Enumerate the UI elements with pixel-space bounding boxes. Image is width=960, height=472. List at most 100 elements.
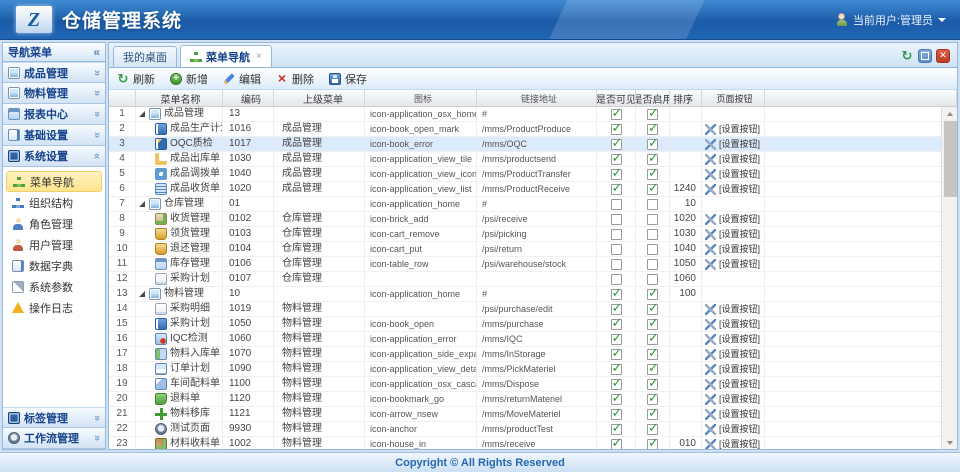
setting-buttons-link[interactable]: [设置按钮] — [702, 227, 765, 241]
setting-buttons-link[interactable]: [设置按钮] — [702, 242, 765, 256]
sidebar-accordion-成品管理[interactable]: 成品管理» — [3, 62, 105, 83]
tree-expand-icon[interactable] — [139, 291, 145, 297]
checkbox-unchecked-icon[interactable] — [647, 229, 658, 240]
checkbox-checked-icon[interactable] — [647, 409, 658, 420]
sidebar-accordion-报表中心[interactable]: 报表中心» — [3, 104, 105, 125]
checkbox-unchecked-icon[interactable] — [611, 274, 622, 285]
保存-button[interactable]: 保存 — [329, 71, 367, 87]
column-header-页面按钮[interactable]: 页面按钮 — [702, 90, 765, 106]
table-row[interactable]: 6成品收货单1020成品管理icon-application_view_list… — [109, 182, 957, 197]
setting-buttons-link[interactable]: [设置按钮] — [702, 437, 765, 449]
tree-expand-icon[interactable] — [139, 201, 145, 207]
sidebar-accordion-标签管理[interactable]: 标签管理» — [3, 407, 105, 428]
checkbox-unchecked-icon[interactable] — [611, 229, 622, 240]
checkbox-checked-icon[interactable] — [611, 169, 622, 180]
table-row[interactable]: 15采购计划1050物料管理icon-book_open/mms/purchas… — [109, 317, 957, 332]
scrollbar-thumb[interactable] — [944, 121, 957, 197]
checkbox-checked-icon[interactable] — [647, 394, 658, 405]
sidebar-item-菜单导航[interactable]: 菜单导航 — [6, 171, 102, 192]
tab-close-icon[interactable]: × — [256, 51, 262, 62]
setting-buttons-link[interactable]: [设置按钮] — [702, 332, 765, 346]
checkbox-checked-icon[interactable] — [611, 109, 622, 120]
table-row[interactable]: 10退还管理0104仓库管理icon-cart_put/psi/return10… — [109, 242, 957, 257]
table-row[interactable]: 23材料收料单1002物料管理icon-house_in/mms/receive… — [109, 437, 957, 449]
tab-我的桌面[interactable]: 我的桌面 — [113, 46, 177, 67]
setting-buttons-link[interactable]: [设置按钮] — [702, 212, 765, 226]
setting-buttons-link[interactable]: [设置按钮] — [702, 152, 765, 166]
table-row[interactable]: 14采购明细1019物料管理/psi/purchase/edit[设置按钮] — [109, 302, 957, 317]
checkbox-checked-icon[interactable] — [611, 379, 622, 390]
checkbox-checked-icon[interactable] — [611, 439, 622, 450]
setting-buttons-link[interactable]: [设置按钮] — [702, 407, 765, 421]
删除-button[interactable]: ×删除 — [276, 71, 314, 87]
table-row[interactable]: 5成品调拨单1040成品管理icon-application_view_icon… — [109, 167, 957, 182]
checkbox-unchecked-icon[interactable] — [611, 199, 622, 210]
setting-buttons-link[interactable]: [设置按钮] — [702, 347, 765, 361]
checkbox-unchecked-icon[interactable] — [611, 214, 622, 225]
table-row[interactable]: 2成品生产计划1016成品管理icon-book_open_mark/mms/P… — [109, 122, 957, 137]
column-header-row-number[interactable] — [109, 90, 136, 106]
table-row[interactable]: 8收货管理0102仓库管理icon-brick_add/psi/receive1… — [109, 212, 957, 227]
maximize-icon[interactable] — [918, 49, 932, 63]
setting-buttons-link[interactable]: [设置按钮] — [702, 377, 765, 391]
table-row[interactable]: 22测试页面9930物料管理icon-anchor/mms/productTes… — [109, 422, 957, 437]
sidebar-item-角色管理[interactable]: 角色管理 — [3, 213, 105, 234]
checkbox-checked-icon[interactable] — [647, 379, 658, 390]
checkbox-checked-icon[interactable] — [647, 319, 658, 330]
checkbox-checked-icon[interactable] — [611, 409, 622, 420]
checkbox-checked-icon[interactable] — [611, 289, 622, 300]
checkbox-checked-icon[interactable] — [647, 349, 658, 360]
checkbox-checked-icon[interactable] — [647, 364, 658, 375]
setting-buttons-link[interactable]: [设置按钮] — [702, 302, 765, 316]
checkbox-checked-icon[interactable] — [611, 154, 622, 165]
sidebar-accordion-系统设置[interactable]: 系统设置» — [3, 146, 105, 167]
checkbox-checked-icon[interactable] — [611, 394, 622, 405]
checkbox-checked-icon[interactable] — [647, 169, 658, 180]
checkbox-checked-icon[interactable] — [611, 334, 622, 345]
table-row[interactable]: 4成品出库单1030成品管理icon-application_view_tile… — [109, 152, 957, 167]
column-header-filler[interactable] — [765, 90, 957, 106]
setting-buttons-link[interactable]: [设置按钮] — [702, 422, 765, 436]
setting-buttons-link[interactable]: [设置按钮] — [702, 257, 765, 271]
table-row[interactable]: 13物料管理10icon-application_home#100 — [109, 287, 957, 302]
table-row[interactable]: 9领货管理0103仓库管理icon-cart_remove/psi/pickin… — [109, 227, 957, 242]
sidebar-accordion-基础设置[interactable]: 基础设置» — [3, 125, 105, 146]
checkbox-checked-icon[interactable] — [611, 319, 622, 330]
checkbox-checked-icon[interactable] — [611, 349, 622, 360]
tab-菜单导航[interactable]: 菜单导航× — [180, 45, 272, 67]
table-row[interactable]: 18订单计划1090物料管理icon-application_view_deta… — [109, 362, 957, 377]
sidebar-item-系统参数[interactable]: 系统参数 — [3, 276, 105, 297]
table-row[interactable]: 20退料单1120物料管理icon-bookmark_go/mms/return… — [109, 392, 957, 407]
checkbox-checked-icon[interactable] — [647, 154, 658, 165]
column-header-上级菜单[interactable]: 上级菜单 — [274, 90, 365, 106]
编辑-button[interactable]: 编辑 — [223, 71, 261, 87]
checkbox-checked-icon[interactable] — [647, 304, 658, 315]
checkbox-checked-icon[interactable] — [611, 139, 622, 150]
setting-buttons-link[interactable]: [设置按钮] — [702, 137, 765, 151]
column-header-图标[interactable]: 图标 — [365, 90, 477, 106]
column-header-编码[interactable]: 编码 — [223, 90, 274, 106]
column-header-菜单名称[interactable]: 菜单名称 — [136, 90, 223, 106]
checkbox-checked-icon[interactable] — [611, 184, 622, 195]
user-menu[interactable]: 当前用户:管理员 — [836, 12, 946, 28]
table-row[interactable]: 19车间配料单1100物料管理icon-application_osx_casc… — [109, 377, 957, 392]
checkbox-checked-icon[interactable] — [647, 289, 658, 300]
sidebar-item-操作日志[interactable]: 操作日志 — [3, 297, 105, 318]
setting-buttons-link[interactable]: [设置按钮] — [702, 317, 765, 331]
checkbox-checked-icon[interactable] — [647, 439, 658, 450]
setting-buttons-link[interactable]: [设置按钮] — [702, 122, 765, 136]
close-panel-icon[interactable]: ✕ — [936, 49, 950, 63]
sidebar-item-用户管理[interactable]: 用户管理 — [3, 234, 105, 255]
checkbox-unchecked-icon[interactable] — [611, 244, 622, 255]
refresh-tab-icon[interactable]: ↻ — [900, 49, 914, 63]
setting-buttons-link[interactable]: [设置按钮] — [702, 182, 765, 196]
checkbox-unchecked-icon[interactable] — [611, 259, 622, 270]
checkbox-checked-icon[interactable] — [647, 184, 658, 195]
sidebar-accordion-物料管理[interactable]: 物料管理» — [3, 83, 105, 104]
table-row[interactable]: 1成品管理13icon-application_osx_home# — [109, 107, 957, 122]
column-header-是否启用[interactable]: 是否启用 — [636, 90, 670, 106]
table-row[interactable]: 11库存管理0106仓库管理icon-table_row/psi/warehou… — [109, 257, 957, 272]
vertical-scrollbar[interactable] — [941, 107, 957, 449]
setting-buttons-link[interactable]: [设置按钮] — [702, 392, 765, 406]
checkbox-unchecked-icon[interactable] — [647, 259, 658, 270]
